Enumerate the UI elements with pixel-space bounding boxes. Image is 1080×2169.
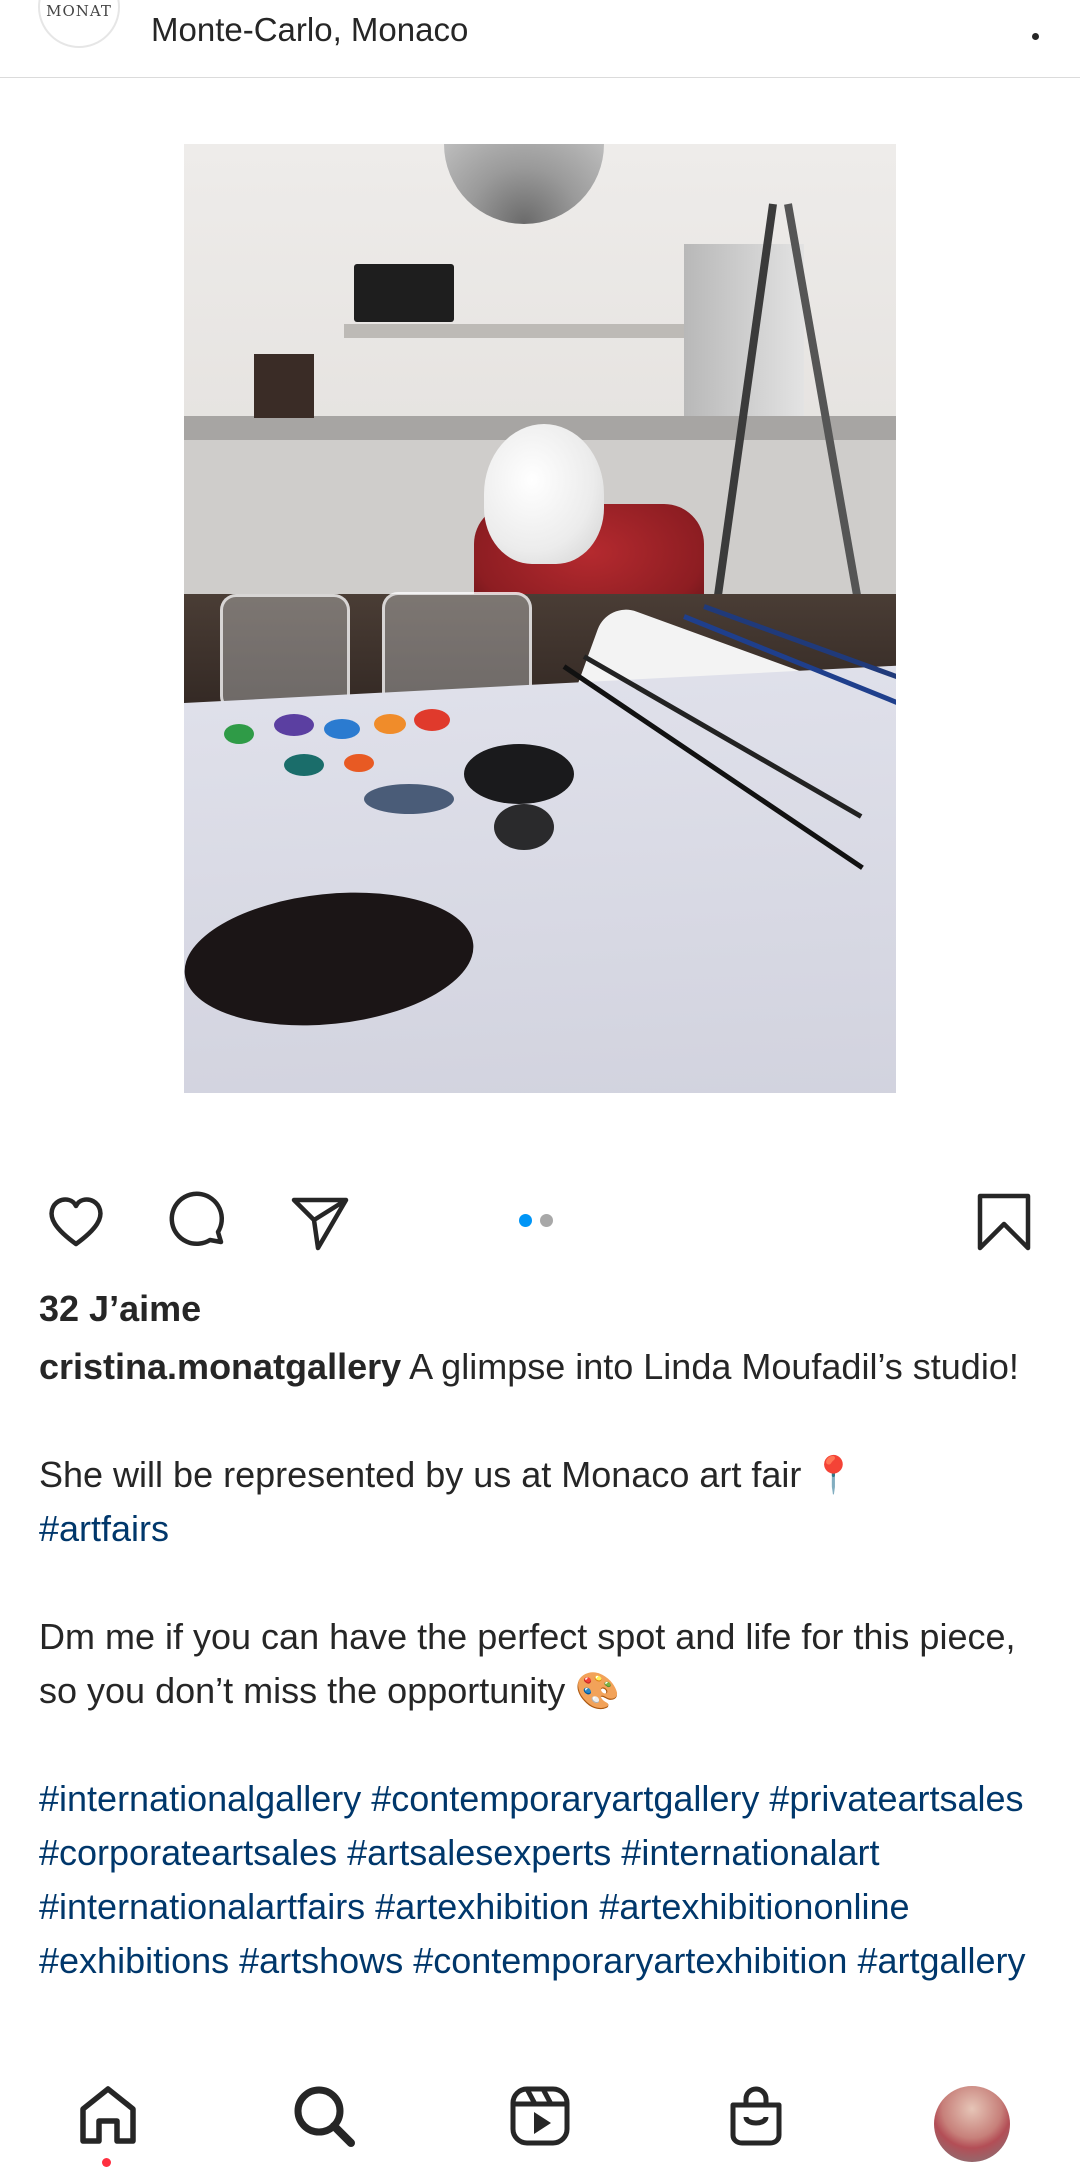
avatar-logo-text: MONAT	[46, 2, 112, 20]
profile-tab-avatar[interactable]	[934, 2086, 1010, 2162]
caption-text: Dm me if you can have the perfect spot a…	[39, 1616, 1016, 1711]
post-caption: cristina.monatgallery A glimpse into Lin…	[39, 1340, 1049, 2040]
reels-icon[interactable]	[504, 2080, 576, 2152]
carousel-indicator	[519, 1214, 553, 1227]
home-icon[interactable]	[72, 2080, 144, 2152]
carousel-dot-active	[519, 1214, 532, 1227]
post-action-bar	[0, 1180, 1080, 1260]
caption-username[interactable]: cristina.monatgallery	[39, 1346, 401, 1387]
caption-text: A glimpse into Linda Moufadil’s studio!	[401, 1346, 1019, 1387]
shop-icon[interactable]	[720, 2080, 792, 2152]
hashtag-link[interactable]: #artfairs	[39, 1508, 169, 1549]
likes-count[interactable]: 32 J’aime	[39, 1288, 201, 1330]
bottom-nav	[0, 2056, 1080, 2169]
more-options-icon[interactable]	[1020, 0, 1050, 40]
profile-avatar[interactable]: MONAT	[38, 0, 120, 48]
send-icon[interactable]	[288, 1190, 352, 1254]
caption-text: She will be represented by us at Monaco …	[39, 1454, 857, 1495]
hashtag-list[interactable]: #internationalgallery #contemporaryartga…	[39, 1772, 1049, 1988]
search-icon[interactable]	[288, 2080, 360, 2152]
heart-icon[interactable]	[44, 1190, 108, 1254]
post-location[interactable]: Monte-Carlo, Monaco	[151, 11, 468, 49]
carousel-dot	[540, 1214, 553, 1227]
post-header: MONAT Monte-Carlo, Monaco	[0, 0, 1080, 78]
comment-icon[interactable]	[166, 1190, 230, 1254]
notification-dot	[102, 2158, 111, 2167]
bookmark-icon[interactable]	[972, 1190, 1036, 1254]
post-image[interactable]	[184, 144, 896, 1093]
